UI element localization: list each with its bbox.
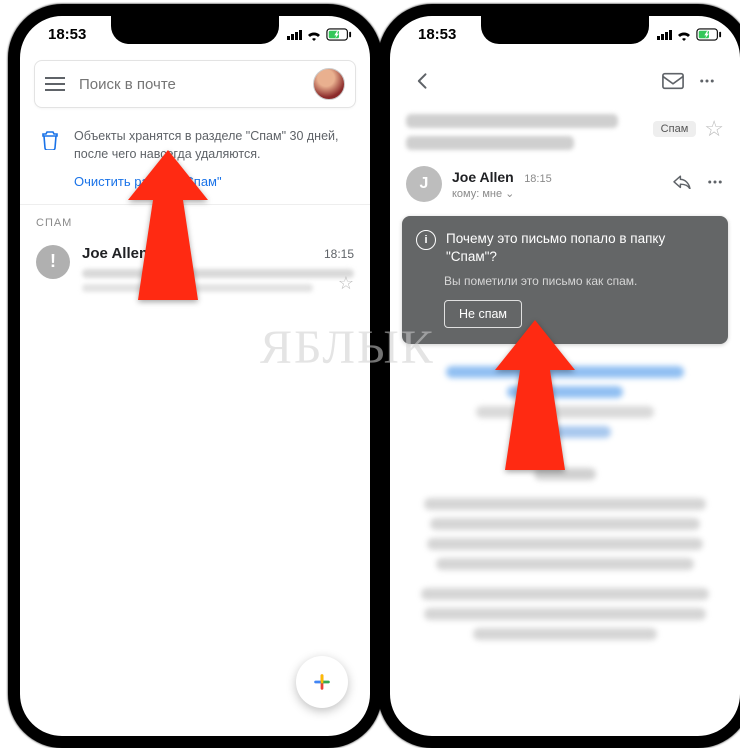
- status-time: 18:53: [48, 26, 86, 43]
- email-body-blur: [390, 348, 740, 666]
- notch: [111, 16, 279, 44]
- search-input[interactable]: Поиск в почте: [79, 76, 313, 93]
- status-time: 18:53: [418, 26, 456, 43]
- menu-icon[interactable]: [45, 77, 65, 91]
- why-title: Почему это письмо попало в папку "Спам"?: [446, 230, 714, 266]
- more-icon[interactable]: [690, 64, 724, 98]
- search-bar[interactable]: Поиск в почте: [34, 60, 356, 108]
- not-spam-button[interactable]: Не спам: [444, 300, 522, 328]
- chevron-down-icon[interactable]: ⌄: [505, 188, 514, 200]
- sender-name: Joe Allen: [452, 169, 514, 185]
- status-right: [287, 28, 352, 41]
- why-spam-card: i Почему это письмо попало в папку "Спам…: [402, 216, 728, 344]
- subject-row: Спам ☆: [390, 104, 740, 160]
- reply-icon[interactable]: [672, 173, 692, 196]
- compose-fab[interactable]: [296, 656, 348, 708]
- wifi-icon: [676, 29, 692, 41]
- battery-icon: [326, 28, 352, 41]
- phone-left: 18:53 Поиск в почте Объекты хранятся в р…: [8, 4, 382, 748]
- star-icon[interactable]: ☆: [338, 273, 354, 294]
- star-icon[interactable]: ☆: [704, 116, 724, 142]
- subject-blur-1: [406, 114, 618, 128]
- mail-preview-blur: [82, 284, 313, 292]
- info-icon: i: [416, 230, 436, 250]
- wifi-icon: [306, 29, 322, 41]
- sender-avatar[interactable]: J: [406, 166, 442, 202]
- account-avatar[interactable]: [313, 68, 345, 100]
- status-right: [657, 28, 722, 41]
- sender-time: 18:15: [524, 173, 552, 185]
- spam-icon: [36, 245, 70, 279]
- battery-icon: [696, 28, 722, 41]
- archive-icon[interactable]: [656, 64, 690, 98]
- trash-icon: [36, 128, 64, 192]
- mail-list-item[interactable]: Joe Allen 18:15 ☆: [20, 235, 370, 302]
- spam-banner: Объекты хранятся в разделе "Спам" 30 дне…: [20, 118, 370, 205]
- section-label: СПАМ: [20, 205, 370, 235]
- why-subtitle: Вы пометили это письмо как спам.: [444, 274, 714, 288]
- more-icon[interactable]: [706, 173, 724, 196]
- spam-chip[interactable]: Спам: [653, 121, 697, 137]
- back-button[interactable]: [406, 64, 440, 98]
- message-nav: [390, 58, 740, 104]
- phone-right: 18:53 Спам ☆: [378, 4, 740, 748]
- subject-blur-2: [406, 136, 574, 150]
- signal-icon: [657, 30, 672, 40]
- banner-text: Объекты хранятся в разделе "Спам" 30 дне…: [74, 129, 338, 161]
- signal-icon: [287, 30, 302, 40]
- mail-time: 18:15: [324, 247, 354, 261]
- empty-spam-link[interactable]: Очистить раздел "Спам": [74, 173, 222, 191]
- recipient-label[interactable]: кому: мне: [452, 188, 502, 200]
- notch: [481, 16, 649, 44]
- mail-sender: Joe Allen: [82, 245, 148, 262]
- plus-icon: [311, 671, 333, 693]
- mail-subject-blur: [82, 269, 354, 278]
- sender-row: J Joe Allen 18:15 кому: мне ⌄: [390, 160, 740, 212]
